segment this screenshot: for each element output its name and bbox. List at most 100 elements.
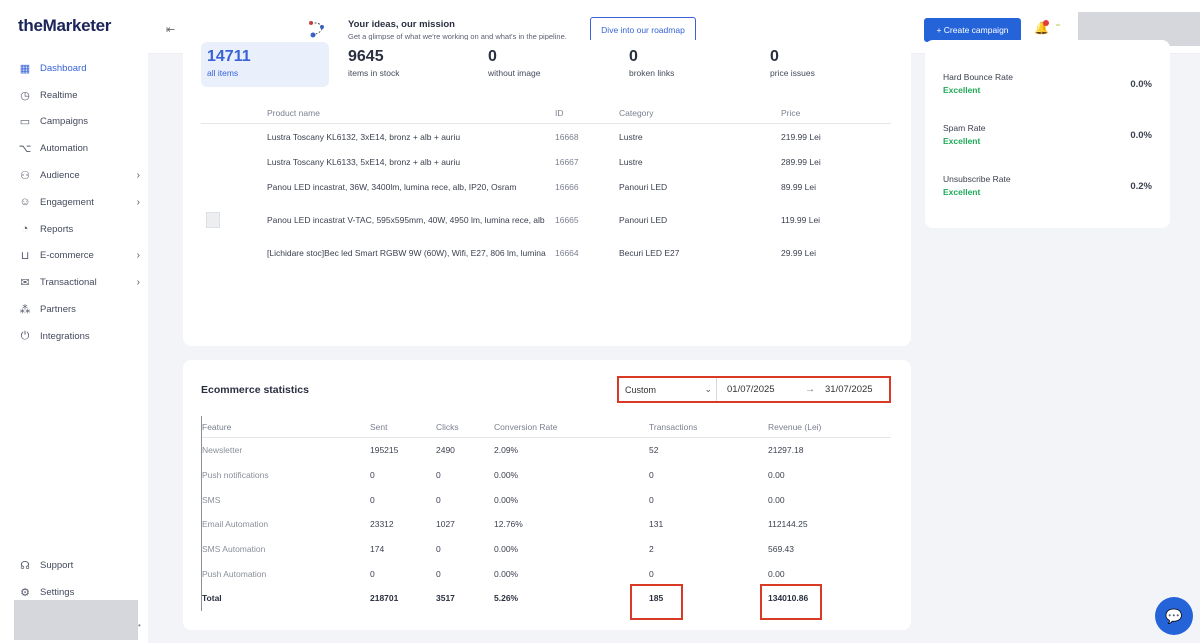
sidebar-item-campaigns[interactable]: ▭ Campaigns <box>0 109 148 136</box>
chevron-right-icon: › <box>136 277 140 289</box>
cell-product-name: Panou LED incastrat V-TAC, 595x595mm, 40… <box>267 214 545 225</box>
collapse-sidebar-icon[interactable]: ⇤ <box>166 23 175 36</box>
sidebar-item-label: Audience <box>40 170 80 182</box>
sidebar-item-e-commerce[interactable]: ⊔ E-commerce › <box>0 243 148 270</box>
cell-price: 119.99 Lei <box>781 214 821 225</box>
cell-clicks: 3517 <box>436 593 455 604</box>
cell-id: 16668 <box>555 131 579 142</box>
cell-id: 16665 <box>555 214 579 225</box>
cell-conversion: 0.00% <box>494 568 519 579</box>
cell-transactions: 52 <box>649 445 659 456</box>
table-row[interactable]: [Lichidare stoc]Bec led Smart RGBW 9W (6… <box>201 240 891 266</box>
logo[interactable]: theMarketer <box>18 16 111 36</box>
cell-clicks: 0 <box>436 494 441 505</box>
sidebar-item-automation[interactable]: ⌥ Automation <box>0 135 148 162</box>
gear-icon: ⚙ <box>20 586 30 599</box>
chevron-right-icon: › <box>136 196 140 208</box>
cell-transactions: 0 <box>649 568 654 579</box>
users-icon: ⚇ <box>20 170 30 183</box>
cell-category: Lustre <box>619 131 643 142</box>
header-sent: Sent <box>370 421 388 432</box>
products-table-header: Product name ID Category Price <box>201 102 891 124</box>
cell-id: 16664 <box>555 248 579 258</box>
stat-in-stock[interactable]: 9645 items in stock <box>348 48 400 78</box>
sidebar: theMarketer ▦ Dashboard ◷ Realtime ▭ Campaign… <box>0 0 148 643</box>
cell-conversion: 0.00% <box>494 470 519 481</box>
sidebar-item-label: Realtime <box>40 89 78 101</box>
rate-hard-bounce: Hard Bounce Rate Excellent <box>943 72 1013 95</box>
stat-without-image[interactable]: 0 without image <box>488 48 540 78</box>
cell-price: 89.99 Lei <box>781 181 816 192</box>
sidebar-item-partners[interactable]: ⁂ Partners <box>0 296 148 323</box>
sidebar-item-audience[interactable]: ⚇ Audience › <box>0 162 148 189</box>
roadmap-button[interactable]: Dive into our roadmap <box>590 17 696 42</box>
rate-unsubscribe: Unsubscribe Rate Excellent <box>943 174 1011 197</box>
sidebar-item-transactional[interactable]: ✉ Transactional › <box>0 269 148 296</box>
plug-icon: ⏻ <box>20 329 30 342</box>
date-from-input[interactable]: 01/07/2025 <box>717 384 799 395</box>
header-category: Category <box>619 107 654 118</box>
grid-icon: ▦ <box>19 62 31 75</box>
period-select[interactable]: Custom ⌄ <box>619 378 717 401</box>
table-row[interactable]: Panou LED incastrat, 36W, 3400lm, lumina… <box>201 174 891 199</box>
stat-broken-links[interactable]: 0 broken links <box>629 48 674 78</box>
cell-product-name: [Lichidare stoc]Bec led Smart RGBW 9W (6… <box>267 248 546 258</box>
sidebar-item-realtime[interactable]: ◷ Realtime <box>0 82 148 109</box>
sidebar-item-label: Reports <box>40 223 74 235</box>
cell-clicks: 0 <box>436 470 441 481</box>
sidebar-item-dashboard[interactable]: ▦ Dashboard <box>0 55 148 82</box>
deliverability-rates-card: Hard Bounce Rate Excellent 0.0% Spam Rate… <box>925 40 1170 228</box>
chat-icon[interactable]: 💬 <box>1155 597 1193 635</box>
rate-unsubscribe-value: 0.2% <box>1130 181 1152 192</box>
account-panel-redacted[interactable] <box>14 600 138 640</box>
message-icon: ▭ <box>19 116 31 129</box>
avatar[interactable]: ok <box>1056 22 1076 34</box>
table-row[interactable]: Panou LED incastrat V-TAC, 595x595mm, 40… <box>201 199 891 240</box>
flow-icon: ⌥ <box>18 143 32 156</box>
cell-revenue: 569.43 <box>768 544 794 555</box>
notification-dot <box>1043 20 1049 26</box>
smile-icon: ☺ <box>19 196 31 209</box>
revenue-total-highlight <box>760 584 822 620</box>
sidebar-item-label: E-commerce <box>40 250 94 262</box>
cell-revenue: 21297.18 <box>768 445 804 456</box>
sidebar-item-support[interactable]: ☊ Support <box>0 552 148 579</box>
sidebar-item-reports[interactable]: ◔ Reports <box>0 216 148 243</box>
cell-feature: Push notifications <box>202 470 269 481</box>
roadmap-icon <box>309 21 324 38</box>
cell-product-name: Lustra Toscany KL6133, 5xE14, bronz + al… <box>267 156 461 167</box>
cell-clicks: 1027 <box>436 519 455 530</box>
cell-conversion: 12.76% <box>494 519 523 530</box>
sidebar-item-label: Settings <box>40 586 75 598</box>
date-to-input[interactable]: 31/07/2025 <box>821 384 873 395</box>
cell-revenue: 0.00 <box>768 568 785 579</box>
sidebar-item-label: Engagement <box>40 196 94 208</box>
cell-sent: 23312 <box>370 519 394 530</box>
sidebar-item-engagement[interactable]: ☺ Engagement › <box>0 189 148 216</box>
pie-icon: ◔ <box>21 223 29 236</box>
ecommerce-table: Feature Sent Clicks Conversion Rate Tran… <box>201 416 891 611</box>
chevron-right-icon: › <box>136 170 140 182</box>
products-card: 14711 all items 9645 items in stock 0 witho… <box>183 40 911 346</box>
table-row: Push notifications 0 0 0.00% 0 0.00 <box>202 463 891 488</box>
header-product-name: Product name <box>267 107 320 118</box>
chevron-right-icon: › <box>136 250 140 262</box>
header-feature: Feature <box>202 421 232 432</box>
sidebar-item-label: Integrations <box>40 330 90 342</box>
cell-revenue: 0.00 <box>768 494 785 505</box>
ecommerce-table-header: Feature Sent Clicks Conversion Rate Tran… <box>202 416 891 438</box>
sidebar-item-integrations[interactable]: ⏻ Integrations <box>0 323 148 350</box>
cell-transactions: 0 <box>649 494 654 505</box>
cell-conversion: 5.26% <box>494 593 519 604</box>
header-clicks: Clicks <box>436 421 459 432</box>
stat-price-issues[interactable]: 0 price issues <box>770 48 815 78</box>
table-row[interactable]: Lustra Toscany KL6133, 5xE14, bronz + al… <box>201 149 891 174</box>
table-row[interactable]: Lustra Toscany KL6132, 3xE14, bronz + al… <box>201 124 891 149</box>
partners-icon: ⁂ <box>19 304 31 317</box>
sidebar-item-label: Campaigns <box>40 116 89 128</box>
mail-icon: ✉ <box>20 277 30 290</box>
cell-transactions: 2 <box>649 544 654 555</box>
stat-all-items[interactable]: 14711 all items <box>207 48 251 78</box>
create-campaign-button[interactable]: + Create campaign <box>924 18 1021 42</box>
cell-price: 219.99 Lei <box>781 131 821 142</box>
